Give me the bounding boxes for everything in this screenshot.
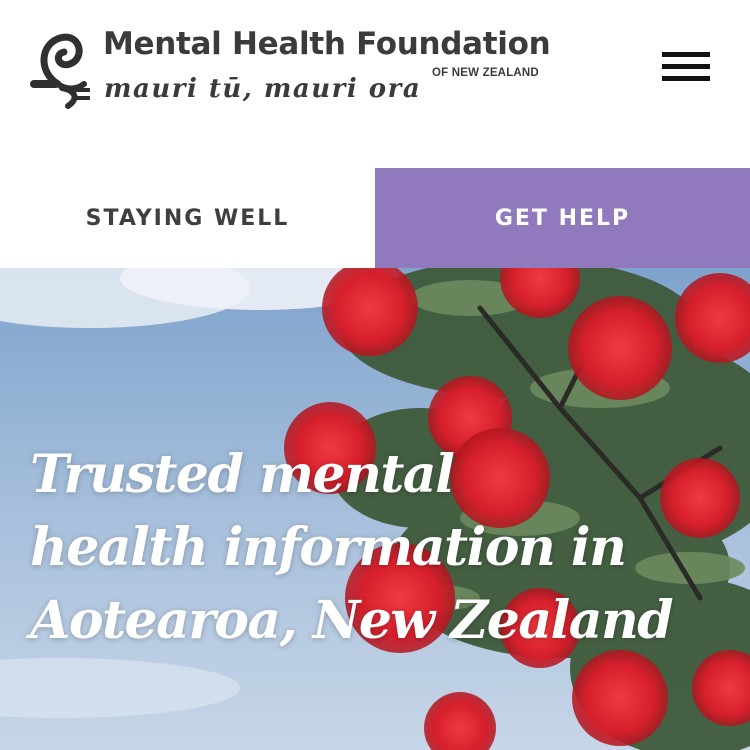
hamburger-menu-icon[interactable]	[660, 50, 712, 84]
hero-banner: Trusted mental health information in Aotea…	[0, 268, 750, 750]
hero-heading: Trusted mental health information in Aotea…	[30, 438, 730, 657]
hero-heading-line-1: Trusted mental	[30, 444, 455, 505]
tab-staying-well[interactable]: STAYING WELL	[0, 168, 375, 268]
tab-get-help[interactable]: GET HELP	[375, 168, 750, 268]
hero-heading-line-3: Aotearoa, New Zealand	[30, 590, 674, 651]
hero-heading-line-2: health information in	[30, 517, 627, 578]
site-header: Mental Health Foundation OF NEW ZEALAND …	[0, 0, 750, 168]
org-country: OF NEW ZEALAND	[432, 67, 539, 79]
org-name[interactable]: Mental Health Foundation	[103, 26, 551, 62]
koru-swirl-icon[interactable]	[28, 20, 92, 112]
tagline: mauri tū, mauri ora	[104, 74, 422, 104]
main-nav-tabs: STAYING WELL GET HELP	[0, 168, 750, 268]
